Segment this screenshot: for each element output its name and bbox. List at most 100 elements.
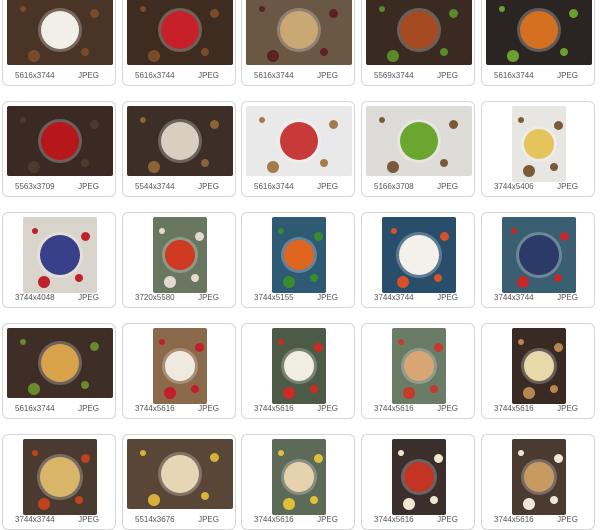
gallery-tile[interactable]: 5616x3744 JPEG	[241, 0, 355, 86]
image-meta: 3744x5616 JPEG	[488, 514, 584, 526]
gallery-tile[interactable]: 5544x3744 JPEG	[122, 101, 236, 197]
garnish-shape	[328, 9, 338, 18]
garnish-shape	[195, 343, 205, 353]
gallery-tile[interactable]: 3744x3744 JPEG	[481, 212, 595, 308]
gallery-tile[interactable]: 3744x4048 JPEG	[2, 212, 116, 308]
garnish-shape	[139, 449, 146, 456]
gallery-tile[interactable]: 3744x5616 JPEG	[361, 323, 475, 419]
garnish-shape	[19, 5, 26, 12]
gallery-tile[interactable]: 3720x5580 JPEG	[122, 212, 236, 308]
photo-thumbnail[interactable]	[392, 439, 446, 515]
garnish-shape	[398, 339, 405, 346]
dish-shape	[398, 234, 440, 276]
photo-thumbnail[interactable]	[23, 217, 97, 293]
garnish-shape	[89, 9, 99, 18]
gallery-tile[interactable]: 5616x3744 JPEG	[2, 0, 116, 86]
garnish-shape	[549, 496, 558, 504]
photo-thumbnail[interactable]	[23, 439, 97, 515]
gallery-tile[interactable]: 3744x5616 JPEG	[241, 434, 355, 530]
garnish-shape	[554, 454, 564, 464]
gallery-tile[interactable]: 3744x5616 JPEG	[241, 323, 355, 419]
dish-shape	[165, 351, 195, 381]
gallery-tile[interactable]: 3744x3744 JPEG	[361, 212, 475, 308]
dish-shape	[524, 129, 554, 159]
garnish-shape	[148, 493, 161, 506]
photo-thumbnail[interactable]	[512, 106, 566, 182]
gallery-tile[interactable]: 5514x3676 JPEG	[122, 434, 236, 530]
image-meta: 5616x3744 JPEG	[488, 70, 584, 82]
image-format: JPEG	[317, 182, 338, 191]
photo-thumbnail[interactable]	[502, 217, 576, 293]
image-meta: 3744x5616 JPEG	[248, 514, 344, 526]
garnish-shape	[309, 385, 318, 393]
gallery-tile[interactable]: 3744x5616 JPEG	[361, 434, 475, 530]
photo-thumbnail[interactable]	[272, 328, 326, 404]
photo-thumbnail[interactable]	[153, 328, 207, 404]
image-dimensions: 5616x3744	[254, 71, 294, 80]
photo-thumbnail[interactable]	[392, 328, 446, 404]
photo-thumbnail[interactable]	[7, 328, 113, 398]
gallery-tile[interactable]: 3744x3744 JPEG	[2, 434, 116, 530]
garnish-shape	[267, 160, 280, 173]
garnish-shape	[278, 228, 285, 235]
gallery-tile[interactable]: 5563x3709 JPEG	[2, 101, 116, 197]
garnish-shape	[163, 387, 176, 400]
gallery-tile[interactable]: 5616x3744 JPEG	[241, 101, 355, 197]
gallery-tile[interactable]: 5166x3708 JPEG	[361, 101, 475, 197]
garnish-shape	[320, 47, 329, 56]
image-format: JPEG	[437, 182, 458, 191]
garnish-shape	[549, 385, 558, 393]
photo-thumbnail[interactable]	[366, 106, 472, 176]
dish-shape	[284, 462, 314, 492]
photo-thumbnail[interactable]	[127, 106, 233, 176]
photo-thumbnail[interactable]	[127, 439, 233, 509]
image-meta: 3720x5580 JPEG	[129, 292, 225, 304]
gallery-tile[interactable]: 3744x5155 JPEG	[241, 212, 355, 308]
garnish-shape	[37, 498, 50, 511]
image-dimensions: 5544x3744	[135, 182, 175, 191]
photo-thumbnail[interactable]	[486, 0, 592, 65]
image-dimensions: 3744x4048	[15, 293, 55, 302]
garnish-shape	[560, 47, 569, 56]
image-dimensions: 3744x3744	[374, 293, 414, 302]
gallery-tile[interactable]: 3744x5616 JPEG	[481, 323, 595, 419]
photo-thumbnail[interactable]	[246, 0, 352, 65]
image-format: JPEG	[557, 293, 578, 302]
garnish-shape	[433, 274, 442, 282]
garnish-shape	[448, 9, 458, 18]
gallery-tile[interactable]: 3744x5616 JPEG	[481, 434, 595, 530]
photo-thumbnail[interactable]	[7, 106, 113, 176]
gallery-tile[interactable]: 3744x5616 JPEG	[122, 323, 236, 419]
photo-thumbnail[interactable]	[127, 0, 233, 65]
image-dimensions: 5616x3744	[15, 404, 55, 413]
photo-thumbnail[interactable]	[7, 0, 113, 65]
photo-thumbnail[interactable]	[512, 328, 566, 404]
gallery-tile[interactable]: 5616x3744 JPEG	[122, 0, 236, 86]
photo-thumbnail[interactable]	[382, 217, 456, 293]
garnish-shape	[328, 120, 338, 129]
photo-thumbnail[interactable]	[366, 0, 472, 65]
photo-thumbnail[interactable]	[246, 106, 352, 176]
gallery-tile[interactable]: 5616x3744 JPEG	[481, 0, 595, 86]
garnish-shape	[440, 47, 449, 56]
garnish-shape	[522, 498, 535, 511]
garnish-shape	[201, 158, 210, 167]
image-format: JPEG	[78, 515, 99, 524]
garnish-shape	[89, 120, 99, 129]
image-meta: 3744x3744 JPEG	[9, 514, 105, 526]
photo-thumbnail[interactable]	[272, 217, 326, 293]
image-meta: 5569x3744 JPEG	[368, 70, 464, 82]
photo-thumbnail[interactable]	[153, 217, 207, 293]
gallery-tile[interactable]: 3744x5406 JPEG	[481, 101, 595, 197]
image-format: JPEG	[437, 71, 458, 80]
garnish-shape	[429, 496, 438, 504]
garnish-shape	[80, 454, 90, 464]
garnish-shape	[553, 274, 562, 282]
dish-shape	[279, 10, 319, 50]
garnish-shape	[554, 343, 564, 353]
photo-thumbnail[interactable]	[272, 439, 326, 515]
gallery-tile[interactable]: 5569x3744 JPEG	[361, 0, 475, 86]
photo-thumbnail[interactable]	[512, 439, 566, 515]
garnish-shape	[320, 158, 329, 167]
gallery-tile[interactable]: 5616x3744 JPEG	[2, 323, 116, 419]
